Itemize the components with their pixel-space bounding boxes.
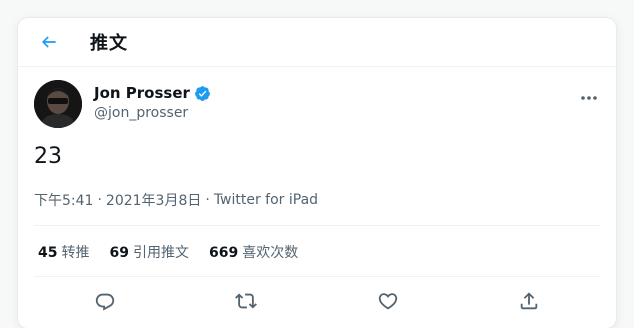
author-names: Jon Prosser @jon_prosser	[94, 84, 211, 121]
display-name[interactable]: Jon Prosser	[94, 84, 190, 102]
quote-count-label: 引用推文	[132, 245, 189, 261]
tweet-actions	[18, 288, 616, 314]
meta-separator: ·	[205, 192, 210, 208]
meta-separator: ·	[97, 192, 102, 208]
reply-button[interactable]	[94, 290, 116, 312]
verified-badge-icon	[194, 85, 210, 101]
divider	[34, 225, 600, 226]
like-count-number: 669	[208, 245, 239, 261]
retweet-button[interactable]	[235, 290, 257, 312]
more-button[interactable]	[580, 86, 598, 105]
avatar[interactable]	[34, 80, 82, 128]
author-handle[interactable]: @jon_prosser	[94, 105, 211, 121]
like-count[interactable]: 669 喜欢次数	[209, 242, 298, 262]
tweet-date[interactable]: 2021年3月8日	[106, 190, 201, 210]
header: 推文	[18, 18, 616, 67]
back-button[interactable]	[38, 31, 60, 53]
divider	[34, 276, 600, 277]
retweet-count[interactable]: 45 转推	[38, 242, 89, 262]
retweet-icon	[235, 293, 257, 309]
retweet-count-label: 转推	[61, 245, 90, 261]
tweet-stats: 45 转推 69 引用推文 669 喜欢次数	[38, 242, 318, 262]
avatar-image	[34, 80, 82, 128]
retweet-count-number: 45	[38, 245, 58, 261]
display-name-row: Jon Prosser	[94, 84, 211, 102]
tweet-source[interactable]: Twitter for iPad	[214, 192, 318, 208]
back-arrow-icon	[41, 36, 56, 48]
share-icon	[520, 292, 538, 310]
author-row: Jon Prosser @jon_prosser	[34, 80, 600, 130]
more-icon	[581, 96, 597, 100]
share-button[interactable]	[518, 290, 540, 312]
tweet-time[interactable]: 下午5:41	[34, 190, 93, 210]
page-title: 推文	[90, 33, 128, 54]
quote-count[interactable]: 69 引用推文	[109, 242, 188, 262]
like-count-label: 喜欢次数	[242, 245, 299, 261]
heart-icon	[378, 293, 398, 310]
tweet-meta: 下午5:41 · 2021年3月8日 · Twitter for iPad	[34, 190, 318, 210]
like-button[interactable]	[377, 290, 399, 312]
reply-icon	[95, 293, 115, 311]
quote-count-number: 69	[109, 245, 129, 261]
tweet-card: 推文 Jon Prosser @jon_prosser 23 下午5:41 · …	[18, 18, 616, 328]
tweet-text: 23	[34, 144, 62, 169]
